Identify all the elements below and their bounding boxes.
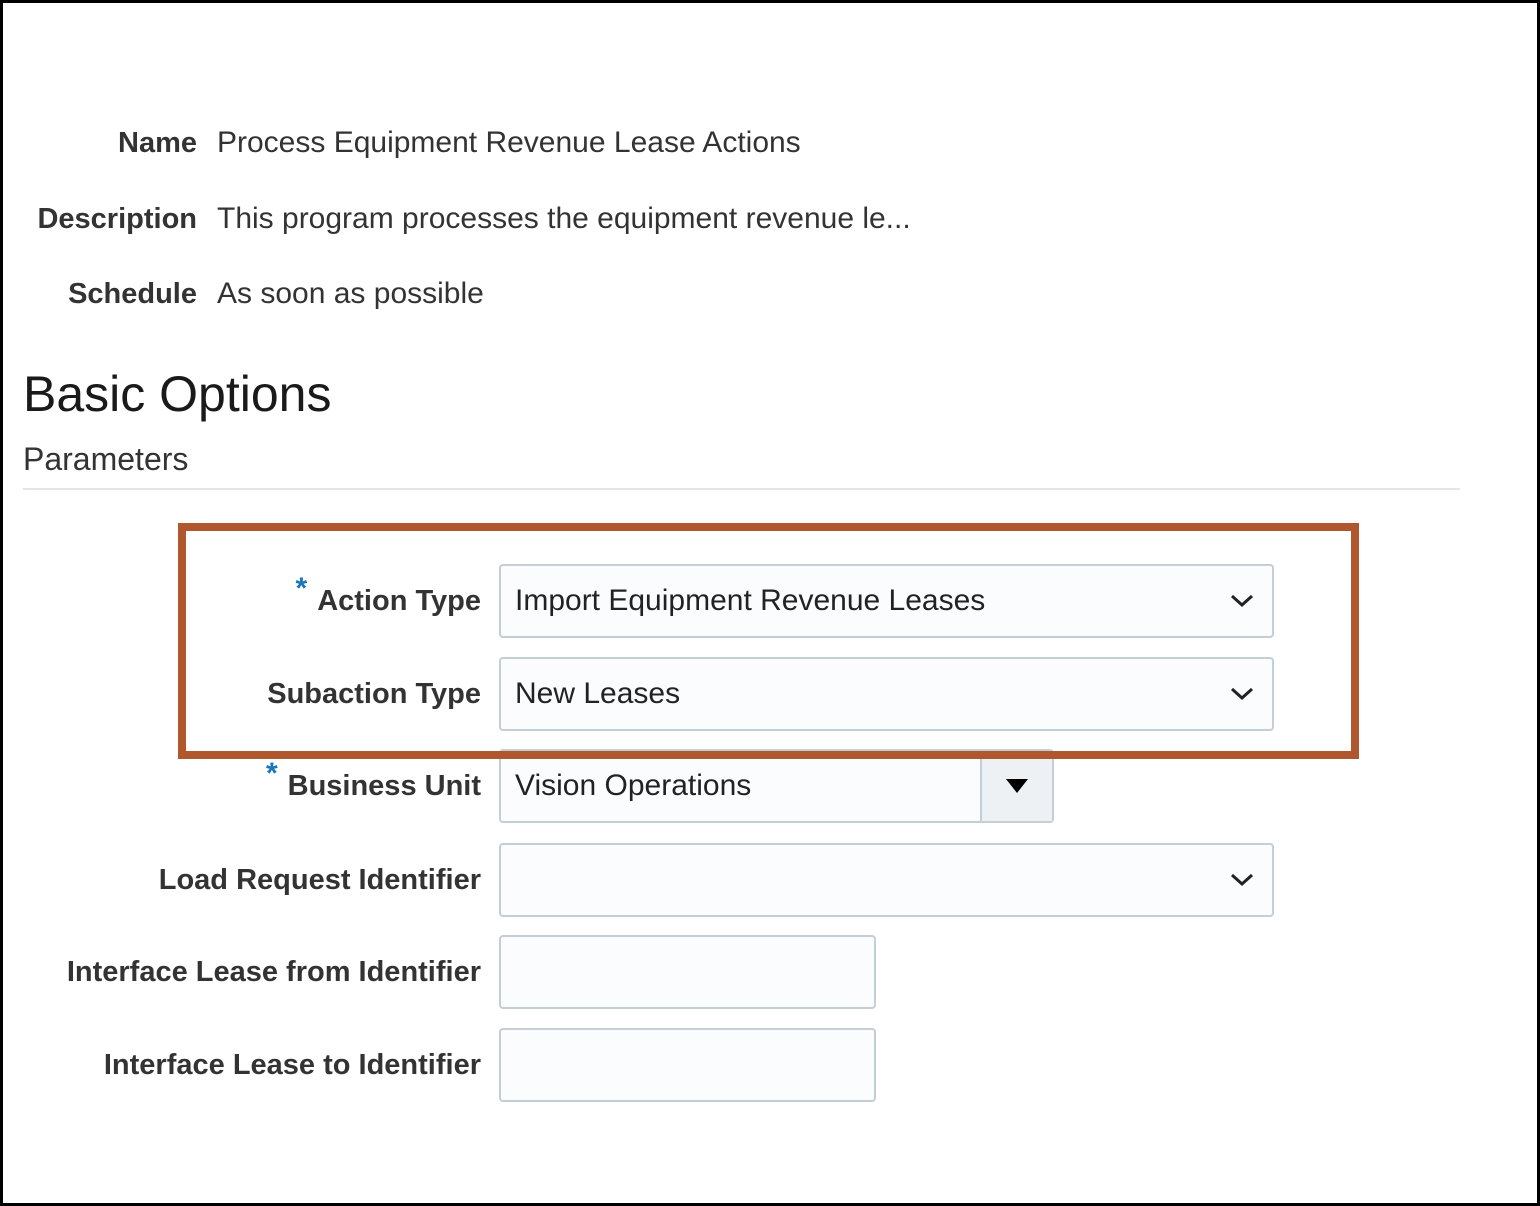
subaction-type-label: Subaction Type xyxy=(267,677,481,710)
business-unit-label-text: Business Unit xyxy=(287,769,481,802)
schedule-value: As soon as possible xyxy=(217,277,484,310)
schedule-label: Schedule xyxy=(68,277,197,310)
description-label: Description xyxy=(37,202,197,235)
lov-dropdown-button[interactable] xyxy=(980,751,1052,821)
name-label: Name xyxy=(118,126,197,159)
chevron-down-icon[interactable] xyxy=(1212,659,1272,729)
subaction-type-select[interactable]: New Leases xyxy=(499,657,1274,731)
screenshot-frame: Name Process Equipment Revenue Lease Act… xyxy=(0,0,1540,1206)
section-divider xyxy=(23,488,1460,490)
name-value: Process Equipment Revenue Lease Actions xyxy=(217,126,801,159)
section-title: Basic Options xyxy=(23,366,332,422)
name-row: Name Process Equipment Revenue Lease Act… xyxy=(3,123,801,163)
interface-lease-from-label: Interface Lease from Identifier xyxy=(66,955,481,988)
action-type-label: * Action Type xyxy=(3,564,482,638)
subaction-type-value: New Leases xyxy=(515,677,681,710)
business-unit-label: * Business Unit xyxy=(3,749,481,823)
business-unit-value: Vision Operations xyxy=(515,769,752,802)
triangle-down-icon xyxy=(1006,779,1028,793)
parameters-subtitle: Parameters xyxy=(23,441,189,477)
schedule-row: Schedule As soon as possible xyxy=(3,274,484,314)
description-row: Description This program processes the e… xyxy=(3,199,911,239)
chevron-down-icon[interactable] xyxy=(1212,845,1272,915)
load-request-identifier-label: Load Request Identifier xyxy=(158,863,481,896)
required-marker: * xyxy=(295,572,308,605)
interface-lease-to-input[interactable] xyxy=(499,1028,876,1102)
interface-lease-from-input[interactable] xyxy=(499,935,876,1009)
action-type-label-text: Action Type xyxy=(317,584,481,617)
chevron-down-icon[interactable] xyxy=(1212,566,1272,636)
description-value: This program processes the equipment rev… xyxy=(217,202,911,235)
action-type-select[interactable]: Import Equipment Revenue Leases xyxy=(499,564,1274,638)
required-marker: * xyxy=(265,757,278,790)
interface-lease-to-label: Interface Lease to Identifier xyxy=(103,1048,481,1081)
load-request-identifier-select[interactable] xyxy=(499,843,1274,917)
business-unit-lov[interactable]: Vision Operations xyxy=(499,749,1054,823)
action-type-value: Import Equipment Revenue Leases xyxy=(515,584,986,617)
